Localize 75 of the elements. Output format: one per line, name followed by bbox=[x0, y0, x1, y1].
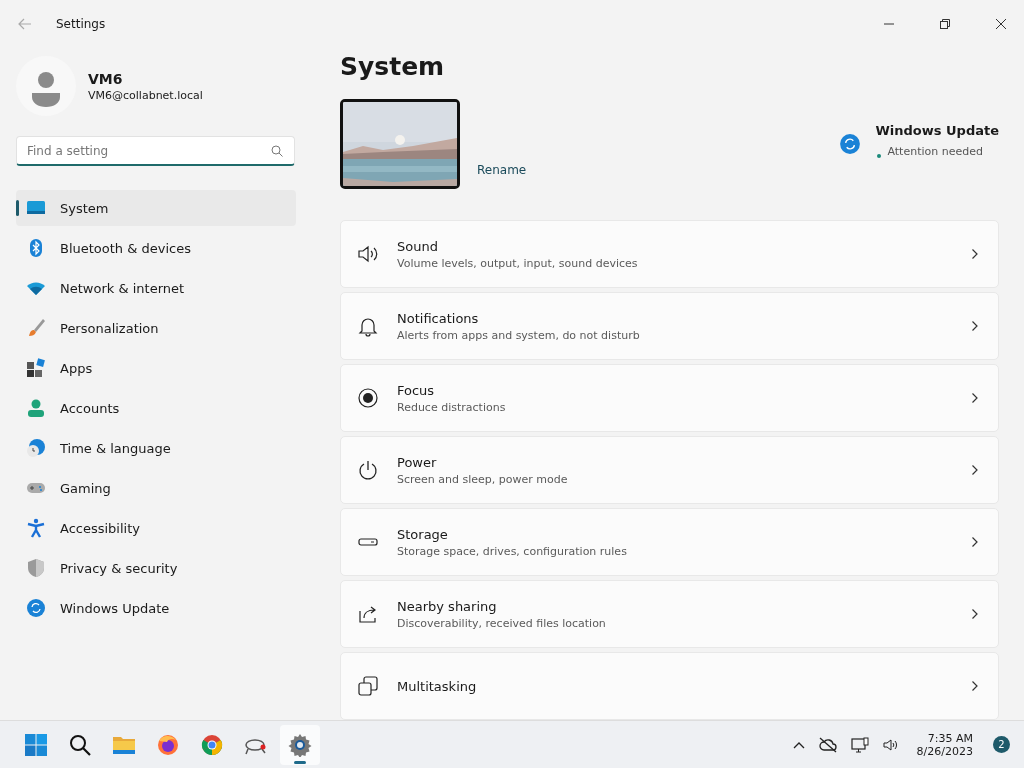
person-icon bbox=[26, 398, 46, 418]
restore-icon[interactable] bbox=[940, 19, 950, 29]
chevron-icon bbox=[972, 321, 978, 331]
power-icon bbox=[357, 459, 379, 481]
taskbar-app[interactable] bbox=[280, 724, 320, 765]
settings-card[interactable]: Nearby sharing Discoverability, received files location bbox=[340, 580, 999, 648]
card-title: Sound bbox=[397, 238, 439, 254]
network-icon[interactable] bbox=[850, 736, 869, 753]
nav-item[interactable]: Apps bbox=[16, 350, 296, 386]
chevron-icon bbox=[972, 609, 978, 619]
nav-item[interactable]: Bluetooth & devices bbox=[16, 230, 296, 266]
card-subtitle: Discoverability, received files location bbox=[397, 616, 607, 630]
card-subtitle: Screen and sleep, power mode bbox=[397, 472, 569, 486]
nav-item[interactable]: Network & internet bbox=[16, 270, 296, 306]
update-icon bbox=[26, 598, 46, 618]
shield-icon bbox=[26, 558, 46, 578]
notification-badge[interactable]: 2 bbox=[993, 736, 1010, 753]
nav-item[interactable]: Windows Update bbox=[16, 590, 296, 626]
settings-card[interactable]: Storage Storage space, drives, configuration rules bbox=[340, 508, 999, 576]
card-title: Nearby sharing bbox=[397, 598, 498, 614]
search-icon bbox=[68, 732, 92, 757]
nav-item[interactable]: System bbox=[16, 190, 296, 226]
nav-item[interactable]: Time & language bbox=[16, 430, 296, 466]
browser-circle-icon bbox=[200, 732, 224, 757]
status-dot-icon bbox=[877, 154, 882, 158]
windows-logo-icon bbox=[24, 732, 48, 757]
card-subtitle: Storage space, drives, configuration rules bbox=[397, 544, 628, 558]
update-status: Attention needed bbox=[887, 144, 983, 158]
card-subtitle: Alerts from apps and system, do not disturb bbox=[397, 328, 641, 342]
card-title: Focus bbox=[397, 382, 436, 398]
windows-stack-icon bbox=[357, 675, 379, 697]
speaker-icon bbox=[357, 243, 379, 265]
settings-card[interactable]: Sound Volume levels, output, input, sound devices bbox=[340, 220, 999, 288]
rename-link[interactable]: Rename bbox=[477, 163, 527, 177]
fox-globe-icon bbox=[156, 732, 180, 757]
settings-card[interactable]: Focus Reduce distractions bbox=[340, 364, 999, 432]
update-icon bbox=[839, 133, 862, 155]
settings-card[interactable]: Multitasking bbox=[340, 652, 999, 720]
apps-icon bbox=[26, 358, 46, 378]
close-icon[interactable] bbox=[996, 19, 1006, 29]
window-title: Settings bbox=[56, 17, 106, 31]
page-title: System bbox=[340, 51, 446, 83]
nav-item[interactable]: Accounts bbox=[16, 390, 296, 426]
card-title: Storage bbox=[397, 526, 449, 542]
update-title[interactable]: Windows Update bbox=[875, 123, 999, 138]
card-title: Power bbox=[397, 454, 438, 470]
card-title: Notifications bbox=[397, 310, 480, 326]
account-email: VM6@collabnet.local bbox=[88, 88, 203, 102]
account-name: VM6 bbox=[88, 70, 124, 87]
nav-item[interactable]: Accessibility bbox=[16, 510, 296, 546]
globe-clock-icon bbox=[26, 438, 46, 458]
accessibility-icon bbox=[26, 518, 46, 538]
card-title: Multitasking bbox=[397, 678, 478, 694]
cloud-off-icon[interactable] bbox=[818, 736, 837, 753]
card-subtitle: Reduce distractions bbox=[397, 400, 507, 414]
chevron-icon bbox=[972, 393, 978, 403]
nav-item[interactable]: Privacy & security bbox=[16, 550, 296, 586]
search-field[interactable]: Find a setting bbox=[16, 136, 295, 166]
focus-icon bbox=[357, 387, 379, 409]
brush-icon bbox=[26, 318, 46, 338]
speaker-icon[interactable] bbox=[882, 737, 899, 752]
nav-item[interactable]: Personalization bbox=[16, 310, 296, 346]
settings-icon bbox=[288, 732, 312, 757]
card-subtitle: Volume levels, output, input, sound devices bbox=[397, 256, 639, 270]
chevron-icon bbox=[972, 681, 978, 691]
nav-item[interactable]: Gaming bbox=[16, 470, 296, 506]
chevron-icon bbox=[972, 465, 978, 475]
clock[interactable]: 7:35 AM 8/26/2023 bbox=[916, 731, 973, 758]
settings-card[interactable]: Notifications Alerts from apps and system, do not disturb bbox=[340, 292, 999, 360]
chevron-icon bbox=[972, 537, 978, 547]
bell-icon bbox=[357, 315, 379, 337]
chevron-up-icon[interactable] bbox=[792, 740, 805, 749]
settings-card[interactable]: Power Screen and sleep, power mode bbox=[340, 436, 999, 504]
chevron-icon bbox=[972, 249, 978, 259]
search-icon bbox=[271, 145, 283, 157]
